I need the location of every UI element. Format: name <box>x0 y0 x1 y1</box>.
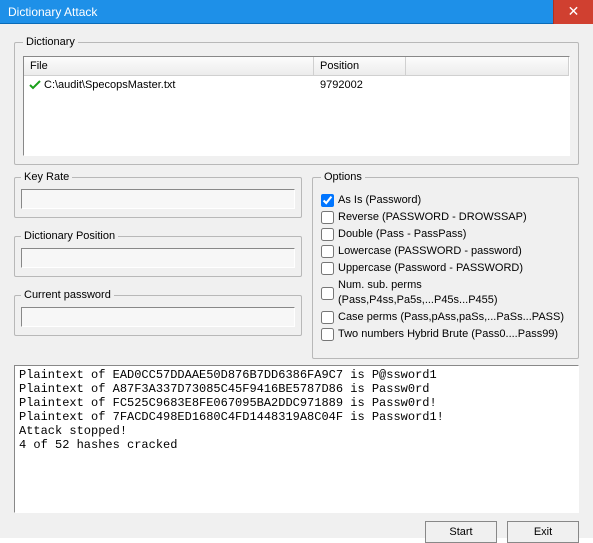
option-uppercase[interactable]: Uppercase (Password - PASSWORD) <box>321 261 570 276</box>
option-hybrid-brute[interactable]: Two numbers Hybrid Brute (Pass0....Pass9… <box>321 327 570 342</box>
dictionary-table[interactable]: File Position C:\audit\SpecopsMaster.txt… <box>23 56 570 156</box>
client-area: Dictionary File Position C:\audit\Specop… <box>0 24 593 538</box>
col-header-empty <box>406 57 569 75</box>
window-title: Dictionary Attack <box>0 5 97 19</box>
dictionary-position-group: Dictionary Position <box>14 230 302 277</box>
output-textarea[interactable]: Plaintext of EAD0CC57DDAAE50D876B7DD6386… <box>14 365 579 513</box>
dictionary-position-field <box>21 248 295 268</box>
dictionary-legend: Dictionary <box>23 36 78 48</box>
current-password-legend: Current password <box>21 289 114 301</box>
checkbox-uppercase[interactable] <box>321 262 334 275</box>
dictionary-position-legend: Dictionary Position <box>21 230 118 242</box>
option-label: Num. sub. perms (Pass,P4ss,Pa5s,...P45s.… <box>338 278 570 308</box>
current-password-group: Current password <box>14 289 302 336</box>
option-label: Reverse (PASSWORD - DROWSSAP) <box>338 210 527 225</box>
button-row: Start Exit <box>14 521 579 543</box>
option-label: Uppercase (Password - PASSWORD) <box>338 261 523 276</box>
checkbox-reverse[interactable] <box>321 211 334 224</box>
current-password-field <box>21 307 295 327</box>
cell-file: C:\audit\SpecopsMaster.txt <box>24 78 314 92</box>
close-icon: ✕ <box>568 3 580 20</box>
key-rate-legend: Key Rate <box>21 171 72 183</box>
table-row[interactable]: C:\audit\SpecopsMaster.txt 9792002 <box>24 76 569 94</box>
options-legend: Options <box>321 171 365 183</box>
cell-position: 9792002 <box>314 79 406 91</box>
options-group: Options As Is (Password) Reverse (PASSWO… <box>312 171 579 359</box>
cell-file-text: C:\audit\SpecopsMaster.txt <box>44 79 175 91</box>
checkbox-num-sub[interactable] <box>321 287 334 300</box>
exit-button[interactable]: Exit <box>507 521 579 543</box>
option-num-sub[interactable]: Num. sub. perms (Pass,P4ss,Pa5s,...P45s.… <box>321 278 570 308</box>
check-icon <box>28 78 42 92</box>
option-lowercase[interactable]: Lowercase (PASSWORD - password) <box>321 244 570 259</box>
option-case-perms[interactable]: Case perms (Pass,pAss,paSs,...PaSs...PAS… <box>321 310 570 325</box>
checkbox-case-perms[interactable] <box>321 311 334 324</box>
close-button[interactable]: ✕ <box>553 0 593 24</box>
key-rate-group: Key Rate <box>14 171 302 218</box>
option-label: Two numbers Hybrid Brute (Pass0....Pass9… <box>338 327 558 342</box>
option-reverse[interactable]: Reverse (PASSWORD - DROWSSAP) <box>321 210 570 225</box>
option-label: Lowercase (PASSWORD - password) <box>338 244 522 259</box>
option-double[interactable]: Double (Pass - PassPass) <box>321 227 570 242</box>
options-list: As Is (Password) Reverse (PASSWORD - DRO… <box>321 191 570 344</box>
checkbox-lowercase[interactable] <box>321 245 334 258</box>
col-header-file[interactable]: File <box>24 57 314 75</box>
table-header: File Position <box>24 57 569 76</box>
option-label: Double (Pass - PassPass) <box>338 227 466 242</box>
dictionary-group: Dictionary File Position C:\audit\Specop… <box>14 36 579 165</box>
start-button[interactable]: Start <box>425 521 497 543</box>
option-as-is[interactable]: As Is (Password) <box>321 193 570 208</box>
checkbox-as-is[interactable] <box>321 194 334 207</box>
col-header-position[interactable]: Position <box>314 57 406 75</box>
key-rate-field <box>21 189 295 209</box>
option-label: Case perms (Pass,pAss,paSs,...PaSs...PAS… <box>338 310 564 325</box>
checkbox-double[interactable] <box>321 228 334 241</box>
option-label: As Is (Password) <box>338 193 421 208</box>
title-bar: Dictionary Attack ✕ <box>0 0 593 24</box>
checkbox-hybrid-brute[interactable] <box>321 328 334 341</box>
